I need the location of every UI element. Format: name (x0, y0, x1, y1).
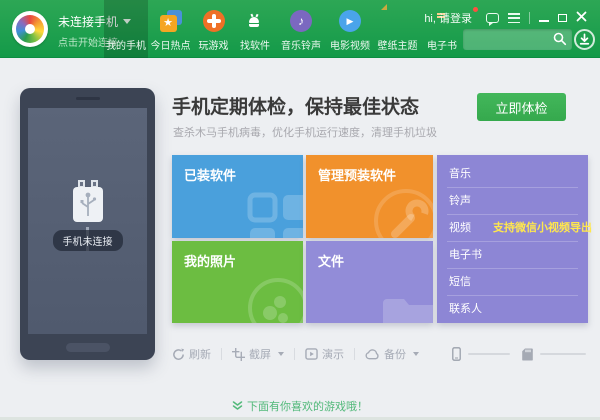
tab-today-hot[interactable]: ★ 今日热点 (148, 0, 193, 58)
sd-card-storage-icon (522, 348, 533, 361)
tile-my-photos[interactable]: 我的照片 (172, 241, 303, 323)
side-item-ebooks[interactable]: 电子书 (447, 242, 578, 269)
tab-apps[interactable]: 找软件 (234, 0, 276, 58)
tab-wallpaper-themes[interactable]: 壁纸主题 (374, 0, 421, 58)
app-grid-icon (247, 192, 303, 238)
double-chevron-down-icon (232, 401, 243, 411)
wallpaper-icon (387, 10, 409, 32)
tablet-icon (115, 10, 137, 32)
cloud-icon (365, 349, 380, 360)
app-logo[interactable] (12, 11, 48, 47)
tile-preinstalled-apps[interactable]: 管理预装软件 (306, 155, 433, 238)
side-item-music[interactable]: 音乐 (447, 161, 578, 188)
chevron-down-icon (278, 352, 284, 356)
page-title: 手机定期体检，保持最佳状态 (172, 92, 419, 119)
phone-screen: 手机未连接 (28, 108, 147, 334)
health-check-button[interactable]: 立即体检 (477, 93, 566, 121)
search-box (463, 29, 572, 50)
search-icon[interactable] (553, 32, 567, 46)
divider (221, 348, 222, 360)
main-nav: 我的手机 ★ 今日热点 玩游戏 找软件 ♪ 音乐铃声 (104, 0, 463, 58)
phone-status-badge: 手机未连接 (53, 230, 123, 251)
crop-icon (232, 348, 245, 361)
content-side-panel: 音乐 铃声 视频支持微信小视频导出 电子书 短信 联系人 (437, 155, 588, 323)
screenshot-button[interactable]: 截屏 (232, 346, 284, 362)
sd-storage-bar (540, 353, 586, 355)
chevron-down-icon (413, 352, 419, 356)
tab-my-phone[interactable]: 我的手机 (104, 0, 148, 58)
header: 未连接手机 点击开始连接 我的手机 ★ 今日热点 玩游戏 (0, 0, 600, 58)
wrench-icon (371, 186, 433, 238)
wechat-video-note: 支持微信小视频导出 (493, 222, 592, 234)
login-link[interactable]: hi, 请登录 (424, 10, 477, 26)
side-item-contacts[interactable]: 联系人 (447, 296, 578, 323)
tile-files[interactable]: 文件 (306, 241, 433, 323)
play-icon: ▶ (339, 10, 361, 32)
phone-storage-icon (452, 347, 461, 361)
pinwheel-logo-icon (16, 15, 44, 43)
bottom-toolbar: 刷新 截屏 演示 备份 (172, 344, 586, 364)
download-manager-button[interactable] (574, 29, 595, 50)
photos-icon (245, 275, 303, 323)
phone-speaker (76, 97, 100, 100)
play-demo-icon (305, 348, 318, 360)
music-note-icon: ♪ (290, 10, 312, 32)
phone-storage-bar (468, 353, 510, 355)
storage-gauges (452, 347, 586, 361)
games-banner[interactable]: 下面有你喜欢的游戏哦！ (0, 398, 600, 414)
side-item-sms[interactable]: 短信 (447, 269, 578, 296)
tile-installed-apps[interactable]: 已装软件 (172, 155, 303, 238)
tab-music-ringtones[interactable]: ♪ 音乐铃声 (276, 0, 326, 58)
demo-button[interactable]: 演示 (305, 346, 344, 362)
android-icon (244, 10, 266, 32)
star-icon: ★ (160, 10, 182, 32)
divider (529, 12, 530, 24)
tab-movies-videos[interactable]: ▶ 电影视频 (326, 0, 374, 58)
maximize-button[interactable] (558, 14, 567, 22)
feedback-icon[interactable] (486, 13, 499, 23)
folder-icon (381, 289, 433, 323)
phone-illustration: 手机未连接 (20, 88, 155, 360)
side-item-ringtones[interactable]: 铃声 (447, 188, 578, 215)
app-window: 未连接手机 点击开始连接 我的手机 ★ 今日热点 玩游戏 (0, 0, 600, 420)
tab-games[interactable]: 玩游戏 (193, 0, 234, 58)
refresh-button[interactable]: 刷新 (172, 346, 211, 362)
divider (294, 348, 295, 360)
page-subtitle: 查杀木马手机病毒，优化手机运行速度，清理手机垃圾 (173, 124, 437, 140)
divider (354, 348, 355, 360)
backup-button[interactable]: 备份 (365, 346, 419, 362)
menu-icon[interactable] (508, 13, 520, 23)
minimize-button[interactable] (539, 20, 549, 22)
download-icon (576, 31, 593, 48)
feature-tiles: 已装软件 管理预装软件 我的照片 (172, 155, 588, 323)
notification-dot (473, 7, 478, 12)
side-item-videos[interactable]: 视频支持微信小视频导出 (447, 215, 578, 242)
phone-home-button (66, 343, 110, 352)
refresh-icon (172, 348, 185, 361)
gamepad-icon (203, 10, 225, 32)
window-controls: hi, 请登录 (424, 9, 587, 27)
close-button[interactable] (576, 9, 587, 27)
